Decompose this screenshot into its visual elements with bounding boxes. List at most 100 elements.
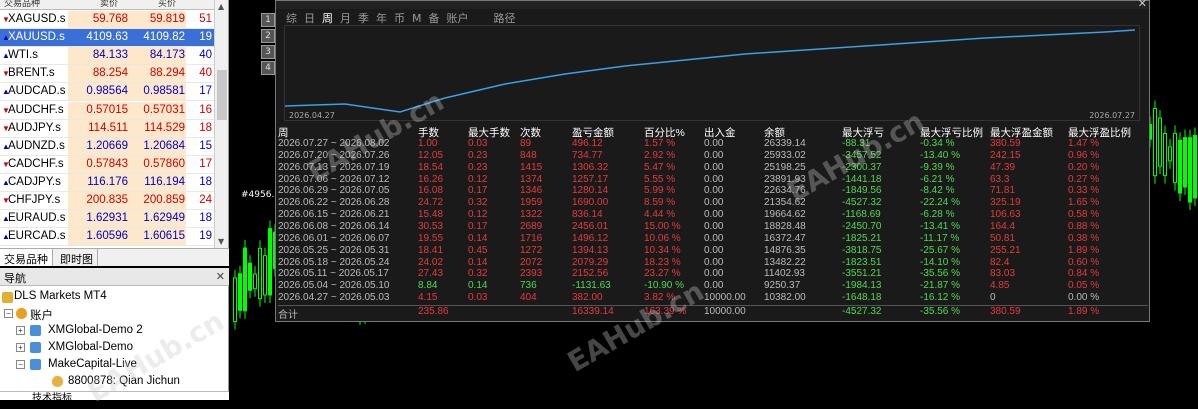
report-tab[interactable]: 备 [429, 12, 440, 25]
market-row[interactable]: ▼ CADCHF.s 0.57843 0.57860 17 [0, 155, 214, 174]
table-cell: -6.28 % [920, 209, 955, 221]
table-cell: 0.14 [468, 280, 488, 292]
table-cell: 0.00 [704, 244, 724, 256]
expand-icon[interactable]: + [16, 343, 25, 352]
tab-tick-chart[interactable]: 即时图 [56, 249, 98, 266]
report-tab[interactable]: 周 [322, 12, 333, 25]
market-row[interactable]: ▲ AUDNZD.s 1.20669 1.20684 15 [0, 137, 214, 156]
table-cell: 8.84 [418, 280, 438, 292]
table-cell: 1257.17 [572, 173, 609, 185]
report-tab[interactable]: 综 [286, 12, 297, 25]
collapse-icon[interactable]: − [16, 360, 25, 369]
ask-price: 0.57860 [143, 157, 185, 170]
candle [1183, 129, 1187, 196]
table-cell: -1648.18 [842, 292, 882, 304]
table-cell: -0.34 % [920, 138, 955, 149]
bid-price: 59.768 [92, 13, 128, 25]
table-cell: -1825.21 [842, 232, 882, 244]
table-row[interactable]: 2026.05.11 ~ 2026.05.17 27.43 0.32 2393 2152… [278, 268, 1148, 280]
expand-icon[interactable]: + [16, 326, 25, 335]
table-row[interactable]: 2026.06.15 ~ 2026.06.21 15.48 0.12 1322 836.… [278, 209, 1148, 221]
report-tab[interactable]: 路径 [494, 12, 516, 25]
report-tab[interactable]: M [412, 12, 422, 25]
market-watch-scrollbar[interactable]: ▲ ▼ [214, 0, 228, 248]
close-icon[interactable]: ✕ [1138, 0, 1147, 10]
market-row[interactable]: ▲ EURCAD.s 1.60596 1.60615 19 [0, 228, 214, 247]
indicators-node[interactable]: 技术指标 [0, 391, 229, 404]
symbol-name: EURCAD.s [8, 230, 66, 243]
server-icon [30, 325, 41, 336]
symbol-name: AUDJPY.s [8, 121, 61, 134]
table-cell: -13.40 % [920, 149, 961, 161]
market-row[interactable]: ▲ CADJPY.s 116.176 116.194 18 [0, 173, 214, 192]
side-button-4[interactable]: 4 [261, 61, 275, 75]
table-row[interactable]: 2026.07.13 ~ 2026.07.19 18.54 0.23 1415 1306… [278, 162, 1148, 174]
table-row[interactable]: 2026.05.25 ~ 2026.05.31 18.41 0.45 1272 1394… [278, 245, 1148, 257]
report-tabs: 综日周月季年币 M 备账户 路径 [286, 10, 523, 26]
market-row[interactable]: ▼ AUDCHF.s 0.57015 0.57031 16 [0, 101, 214, 120]
side-button-3[interactable]: 3 [261, 45, 275, 59]
total-cell: 380.59 [990, 305, 1021, 317]
tab-symbols[interactable]: 交易品种 [0, 249, 53, 266]
table-cell: 12.05 [418, 149, 444, 161]
market-row[interactable]: ▲ AUDCAD.s 0.98564 0.98581 17 [0, 83, 214, 102]
table-row[interactable]: 2026.04.27 ~ 2026.05.03 4.15 0.03 404 382.00… [278, 292, 1148, 304]
table-row[interactable]: 2026.06.08 ~ 2026.06.14 30.53 0.17 2689 2456… [278, 221, 1148, 233]
table-cell: -2300.37 [842, 161, 882, 173]
market-row[interactable]: ▼ AUDJPY.s 114.511 114.529 18 [0, 119, 214, 138]
table-row[interactable]: 2026.07.27 ~ 2026.08.02 1.00 0.03 89 496.12 1… [278, 138, 1148, 150]
tree-root[interactable]: DLS Markets MT4 [2, 290, 107, 303]
scroll-down-icon[interactable]: ▼ [218, 237, 224, 246]
table-cell: -1441.18 [842, 173, 882, 185]
table-cell: 18.23 % [644, 256, 681, 268]
close-icon[interactable]: ✕ [216, 270, 225, 283]
header-ask[interactable]: 买价 [158, 0, 176, 9]
table-cell: 0.00 [704, 280, 724, 292]
market-row[interactable]: ▲ WTI.s 84.133 84.173 40 [0, 47, 214, 66]
market-row[interactable]: ▼ XAGUSD.s 59.768 59.819 51 [0, 11, 214, 30]
table-row[interactable]: 2026.05.04 ~ 2026.05.10 8.84 0.14 736 -1131.… [278, 280, 1148, 292]
spread: 40 [199, 67, 212, 80]
collapse-icon[interactable]: − [4, 309, 13, 318]
table-row[interactable]: 2026.07.20 ~ 2026.07.26 12.05 0.23 848 734.7… [278, 150, 1148, 162]
report-tab[interactable]: 币 [394, 12, 405, 25]
table-cell: 18828.48 [764, 220, 806, 232]
scroll-thumb[interactable] [217, 70, 227, 120]
table-cell: 18.41 [418, 244, 444, 256]
table-cell: 0.88 % [1068, 220, 1100, 232]
table-cell: 0.23 [468, 149, 488, 161]
report-tab[interactable]: 日 [304, 12, 315, 25]
table-cell: -2450.70 [842, 220, 882, 232]
header-symbol[interactable]: 交易品种 [4, 0, 40, 9]
bid-price: 0.98564 [86, 85, 128, 98]
table-cell: 2026.07.13 ~ 2026.07.19 [278, 161, 390, 173]
table-cell: 25198.25 [764, 161, 806, 173]
table-row[interactable]: 2026.06.22 ~ 2026.06.28 24.72 0.32 1959 1690… [278, 197, 1148, 209]
table-cell: 0.00 [704, 138, 724, 149]
report-tab[interactable]: 季 [358, 12, 369, 25]
table-cell: 2026.04.27 ~ 2026.05.03 [278, 292, 390, 304]
report-tab[interactable]: 账户 [447, 12, 469, 25]
table-cell: 848 [520, 149, 537, 161]
market-row[interactable]: ▲ XAUUSD.s 4109.63 4109.82 19 [0, 29, 214, 48]
market-row[interactable]: ▲ EURAUD.s 1.62931 1.62949 18 [0, 210, 214, 229]
table-row[interactable]: 2026.06.01 ~ 2026.06.07 19.55 0.14 1716 1496… [278, 233, 1148, 245]
table-row[interactable]: 2026.06.29 ~ 2026.07.05 16.08 0.17 1346 1280… [278, 185, 1148, 197]
report-tab[interactable]: 年 [376, 12, 387, 25]
table-cell: 9250.37 [764, 280, 801, 292]
market-watch-header: 交易品种 卖价 买价 [0, 0, 214, 10]
table-cell: 4.44 % [644, 209, 676, 221]
table-cell: 16.26 [418, 173, 444, 185]
table-cell: 0.00 [704, 220, 724, 232]
table-row[interactable]: 2026.05.18 ~ 2026.05.24 24.02 0.14 2072 2079… [278, 257, 1148, 269]
report-tab[interactable]: 月 [340, 12, 351, 25]
market-row[interactable]: ▼ CHFJPY.s 200.835 200.859 24 [0, 192, 214, 211]
table-cell: 4.85 [990, 280, 1010, 292]
header-bid[interactable]: 卖价 [100, 0, 118, 9]
table-cell: 1280.14 [572, 185, 609, 197]
table-row[interactable]: 2026.07.06 ~ 2026.07.12 16.26 0.12 1374 1257… [278, 174, 1148, 186]
side-button-2[interactable]: 2 [261, 29, 275, 43]
market-row[interactable]: ▼ BRENT.s 88.254 88.294 40 [0, 65, 214, 84]
scroll-up-icon[interactable]: ▲ [218, 2, 224, 11]
side-button-1[interactable]: 1 [261, 13, 275, 27]
